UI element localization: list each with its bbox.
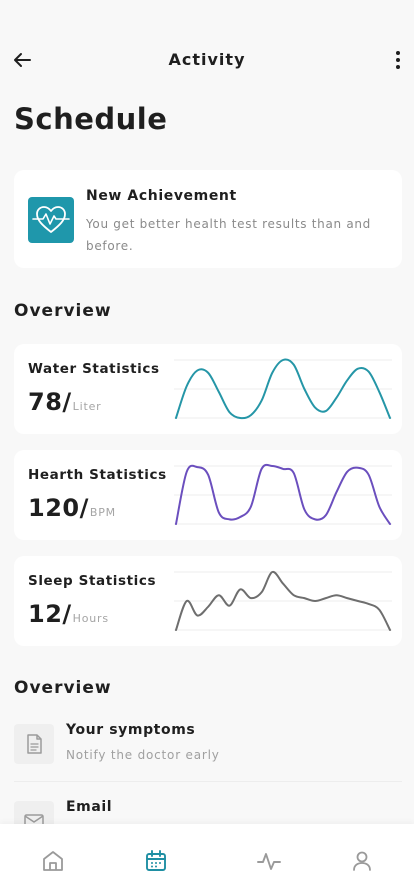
stat-number: 78/ [28, 388, 72, 416]
overview-title: Overview [14, 301, 112, 321]
schedule-heading: Schedule [14, 102, 168, 136]
stat-unit: Liter [72, 400, 102, 413]
home-icon [43, 851, 63, 871]
list-subtitle: Notify the doctor early [66, 748, 220, 762]
achievement-title: New Achievement [86, 188, 237, 204]
heart-chart [174, 463, 392, 525]
profile-icon [353, 851, 371, 871]
achievement-description: You get better health test results than … [86, 217, 371, 253]
top-bar: Activity [0, 40, 414, 80]
page-title: Activity [168, 50, 246, 69]
list-title: Email [66, 799, 113, 815]
list-icon-box [14, 724, 54, 764]
stat-number: 120/ [28, 494, 89, 522]
list-title: Your symptoms [66, 722, 196, 738]
sleep-stat-card[interactable]: Sleep Statistics 12/Hours [14, 556, 402, 646]
nav-calendar[interactable] [143, 848, 169, 874]
more-vertical-icon [396, 51, 400, 69]
stat-number: 12/ [28, 600, 72, 628]
bottom-nav [0, 824, 414, 896]
achievement-icon-box [28, 197, 74, 243]
heart-pulse-icon [32, 206, 70, 233]
more-button[interactable] [390, 48, 406, 72]
stat-value: 120/BPM [28, 494, 116, 522]
nav-activity[interactable] [256, 848, 282, 874]
water-chart [174, 358, 392, 420]
stat-title: Water Statistics [28, 361, 160, 377]
water-stat-card[interactable]: Water Statistics 78/Liter [14, 344, 402, 434]
list-item-symptoms[interactable]: Your symptoms Notify the doctor early [14, 720, 402, 780]
stat-value: 78/Liter [28, 388, 101, 416]
stat-value: 12/Hours [28, 600, 109, 628]
heart-stat-card[interactable]: Hearth Statistics 120/BPM [14, 450, 402, 540]
activity-icon [257, 853, 281, 870]
calendar-icon [146, 850, 166, 871]
stat-unit: BPM [89, 506, 116, 519]
overview-title-2: Overview [14, 678, 112, 698]
stat-unit: Hours [72, 612, 109, 625]
nav-home[interactable] [40, 848, 66, 874]
achievement-card[interactable]: New Achievement You get better health te… [14, 170, 402, 268]
chart-series-line [175, 463, 391, 525]
sleep-chart [174, 570, 392, 631]
divider [14, 781, 402, 782]
nav-profile[interactable] [349, 848, 375, 874]
document-icon [27, 734, 42, 754]
stat-title: Sleep Statistics [28, 573, 157, 589]
stat-title: Hearth Statistics [28, 467, 167, 483]
